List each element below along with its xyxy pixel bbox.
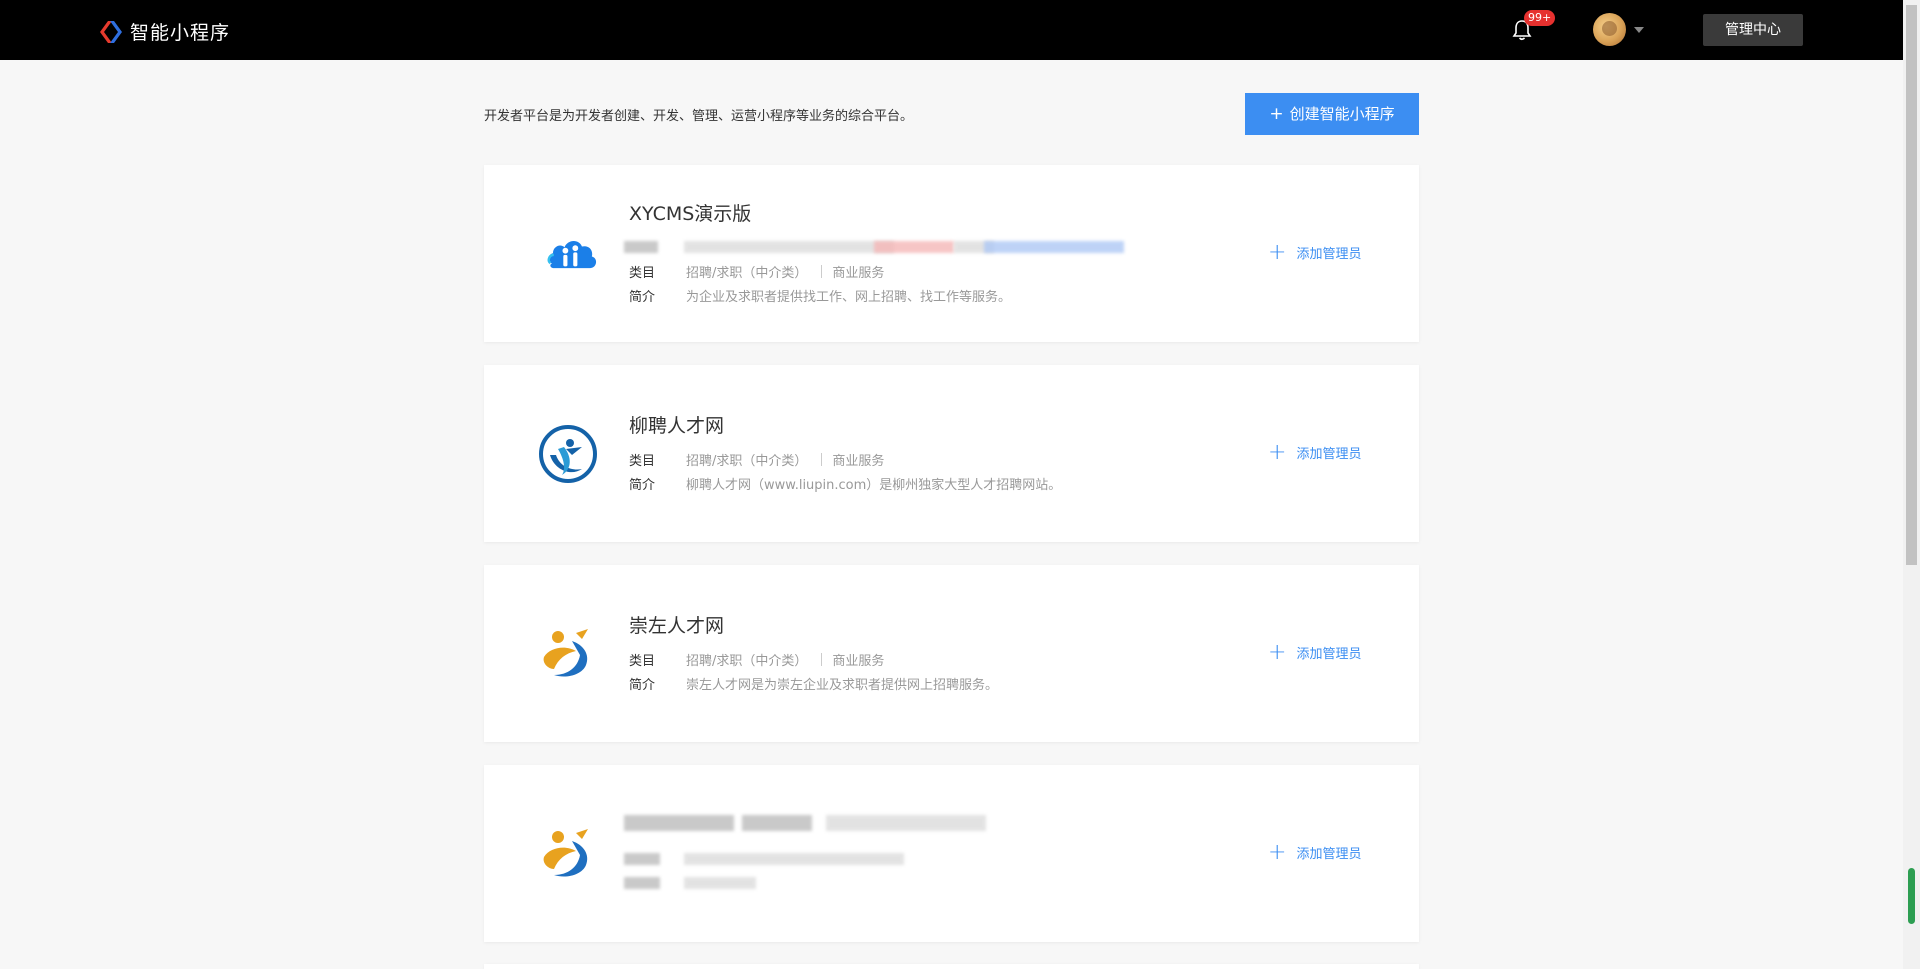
add-admin-label: 添加管理员	[1296, 847, 1362, 862]
add-admin-button[interactable]: + 添加管理员	[1268, 839, 1362, 865]
create-button-label: 创建智能小程序	[1289, 105, 1395, 123]
brand[interactable]: 智能小程序	[98, 18, 230, 45]
blurred-app-key	[984, 241, 1124, 253]
plus-icon: +	[1268, 639, 1287, 665]
category-label: 类目	[629, 454, 656, 469]
app-card[interactable]	[484, 964, 1419, 969]
blurred-app-key	[874, 241, 954, 253]
caret-down-icon[interactable]	[1634, 27, 1644, 33]
blurred-app-name	[624, 815, 734, 831]
category-label: 类目	[629, 266, 656, 281]
blurred-app-name	[826, 815, 986, 831]
add-admin-label: 添加管理员	[1296, 247, 1362, 262]
intro-label: 简介	[629, 678, 656, 693]
blurred-intro	[684, 877, 756, 889]
admin-center-button[interactable]: 管理中心	[1703, 14, 1803, 46]
divider	[821, 265, 823, 278]
intro-row: 简介 为企业及求职者提供找工作、网上招聘、找工作等服务。	[629, 286, 1011, 305]
app-card[interactable]: + 添加管理员	[484, 765, 1419, 942]
scroll-indicator	[1908, 868, 1915, 924]
intro-label: 简介	[629, 478, 656, 493]
service-value: 商业服务	[832, 266, 885, 281]
category-value: 招聘/求职（中介类）	[686, 654, 808, 669]
plus-icon: +	[1269, 104, 1284, 124]
plus-icon: +	[1268, 239, 1287, 265]
service-value: 商业服务	[832, 454, 885, 469]
category-value: 招聘/求职（中介类）	[686, 266, 808, 281]
intro-value: 为企业及求职者提供找工作、网上招聘、找工作等服务。	[686, 290, 1012, 305]
app-card[interactable]: XYCMS演示版 类目 招聘/求职（中介类） 商业服务 简介 为企业及求职者提供…	[484, 165, 1419, 342]
category-row: 类目 招聘/求职（中介类） 商业服务	[629, 450, 884, 469]
blurred-app-key	[684, 241, 894, 253]
divider	[821, 453, 823, 466]
plus-icon: +	[1268, 839, 1287, 865]
category-row: 类目 招聘/求职（中介类） 商业服务	[629, 262, 884, 281]
plus-icon: +	[1268, 439, 1287, 465]
blurred-intro	[624, 877, 660, 889]
blurred-category	[624, 853, 660, 865]
blurred-app-id	[624, 241, 658, 253]
category-label: 类目	[629, 654, 656, 669]
intro-row: 简介 崇左人才网是为崇左企业及求职者提供网上招聘服务。	[629, 674, 998, 693]
add-admin-label: 添加管理员	[1296, 447, 1362, 462]
add-admin-button[interactable]: + 添加管理员	[1268, 239, 1362, 265]
app-logo-icon	[543, 629, 588, 677]
scrollbar-thumb[interactable]	[1906, 5, 1917, 565]
create-mini-program-button[interactable]: + 创建智能小程序	[1245, 93, 1419, 135]
app-card[interactable]: 柳聘人才网 类目 招聘/求职（中介类） 商业服务 简介 柳聘人才网（www.li…	[484, 365, 1419, 542]
category-value: 招聘/求职（中介类）	[686, 454, 808, 469]
service-value: 商业服务	[832, 654, 885, 669]
add-admin-label: 添加管理员	[1296, 647, 1362, 662]
intro-row: 简介 柳聘人才网（www.liupin.com）是柳州独家大型人才招聘网站。	[629, 474, 1061, 493]
category-row: 类目 招聘/求职（中介类） 商业服务	[629, 650, 884, 669]
intro-label: 简介	[629, 290, 656, 305]
app-name[interactable]: 柳聘人才网	[629, 411, 724, 438]
app-logo-icon	[539, 425, 597, 483]
app-name[interactable]: XYCMS演示版	[629, 199, 751, 226]
intro-value: 崇左人才网是为崇左企业及求职者提供网上招聘服务。	[686, 678, 999, 693]
app-logo-icon	[543, 829, 588, 877]
platform-description: 开发者平台是为开发者创建、开发、管理、运营小程序等业务的综合平台。	[484, 109, 914, 124]
avatar[interactable]	[1593, 13, 1626, 46]
blurred-category	[684, 853, 904, 865]
brand-logo-icon	[100, 20, 122, 43]
add-admin-button[interactable]: + 添加管理员	[1268, 639, 1362, 665]
top-bar: 智能小程序 99+ 管理中心	[0, 0, 1903, 60]
divider	[821, 653, 823, 666]
app-name[interactable]: 崇左人才网	[629, 611, 724, 638]
intro-value: 柳聘人才网（www.liupin.com）是柳州独家大型人才招聘网站。	[686, 478, 1062, 493]
app-logo-icon	[547, 241, 597, 269]
app-title: 智能小程序	[130, 22, 231, 44]
blurred-app-name	[742, 815, 812, 831]
add-admin-button[interactable]: + 添加管理员	[1268, 439, 1362, 465]
notification-badge: 99+	[1524, 10, 1556, 26]
app-card[interactable]: 崇左人才网 类目 招聘/求职（中介类） 商业服务 简介 崇左人才网是为崇左企业及…	[484, 565, 1419, 742]
